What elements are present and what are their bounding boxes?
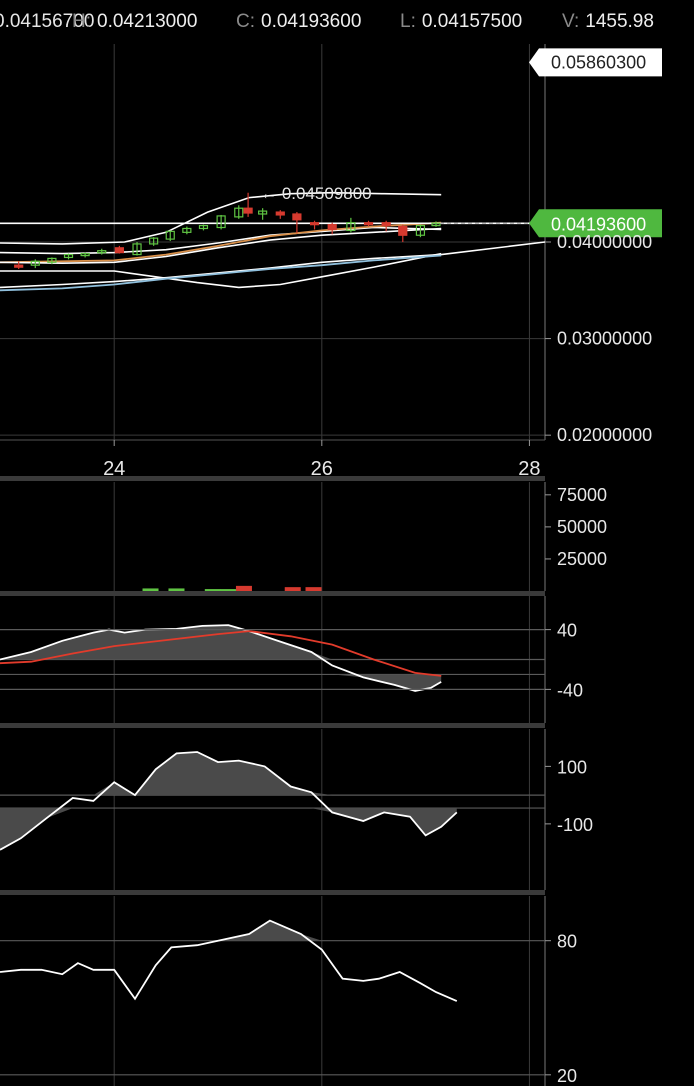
- oscillator-tick-label: 100: [557, 757, 587, 777]
- oscillator-2-fill: [0, 752, 457, 796]
- volume-bar: [284, 587, 301, 591]
- volume-bar: [204, 589, 221, 591]
- current-price-tag-label: 0.04193600: [551, 214, 646, 234]
- oscillator-tick-label: 80: [557, 932, 577, 952]
- candle-body: [381, 222, 391, 227]
- volume-bar: [142, 588, 159, 591]
- oscillator-1-fill: [0, 674, 442, 691]
- candle-body: [292, 213, 302, 221]
- price-tick-label: 0.04000000: [557, 232, 652, 252]
- indicator-line: [0, 226, 442, 255]
- volume-bar: [168, 588, 185, 591]
- indicator-line: [0, 241, 546, 289]
- candle-body: [309, 222, 320, 226]
- candle-body: [275, 211, 285, 216]
- panel-separator: [0, 591, 545, 596]
- volume-bar: [220, 589, 237, 591]
- price-tick-label: 0.03000000: [557, 329, 652, 349]
- panel-separator: [0, 723, 545, 728]
- price-tick-label: 0.02000000: [557, 425, 652, 445]
- oscillator-tick-label: 40: [557, 621, 577, 641]
- oscillator-2-fill: [0, 808, 457, 850]
- oscillator-tick-label: -100: [557, 815, 593, 835]
- volume-tick-label: 75000: [557, 485, 607, 505]
- top-price-tag-label: 0.05860300: [551, 52, 646, 72]
- high-marker-label: ← 0.04509800: [260, 184, 372, 203]
- oscillator-tick-label: -40: [557, 680, 583, 700]
- candle-body: [398, 225, 408, 236]
- candle-body: [363, 222, 374, 226]
- candle-body: [114, 247, 124, 254]
- volume-tick-label: 25000: [557, 549, 607, 569]
- chart-canvas[interactable]: ← 0.04509800 0.03000000 0.02000000 0.040000…: [0, 0, 694, 1086]
- volume-tick-label: 50000: [557, 517, 607, 537]
- candle-body: [14, 264, 24, 268]
- candle-body: [327, 224, 337, 231]
- oscillator-line: [0, 919, 458, 1002]
- candle-body: [243, 207, 253, 214]
- volume-bar: [235, 585, 252, 591]
- volume-bar: [305, 587, 322, 591]
- panel-separator: [0, 476, 545, 481]
- panel-separator: [0, 890, 545, 895]
- oscillator-tick-label: 20: [557, 1066, 577, 1086]
